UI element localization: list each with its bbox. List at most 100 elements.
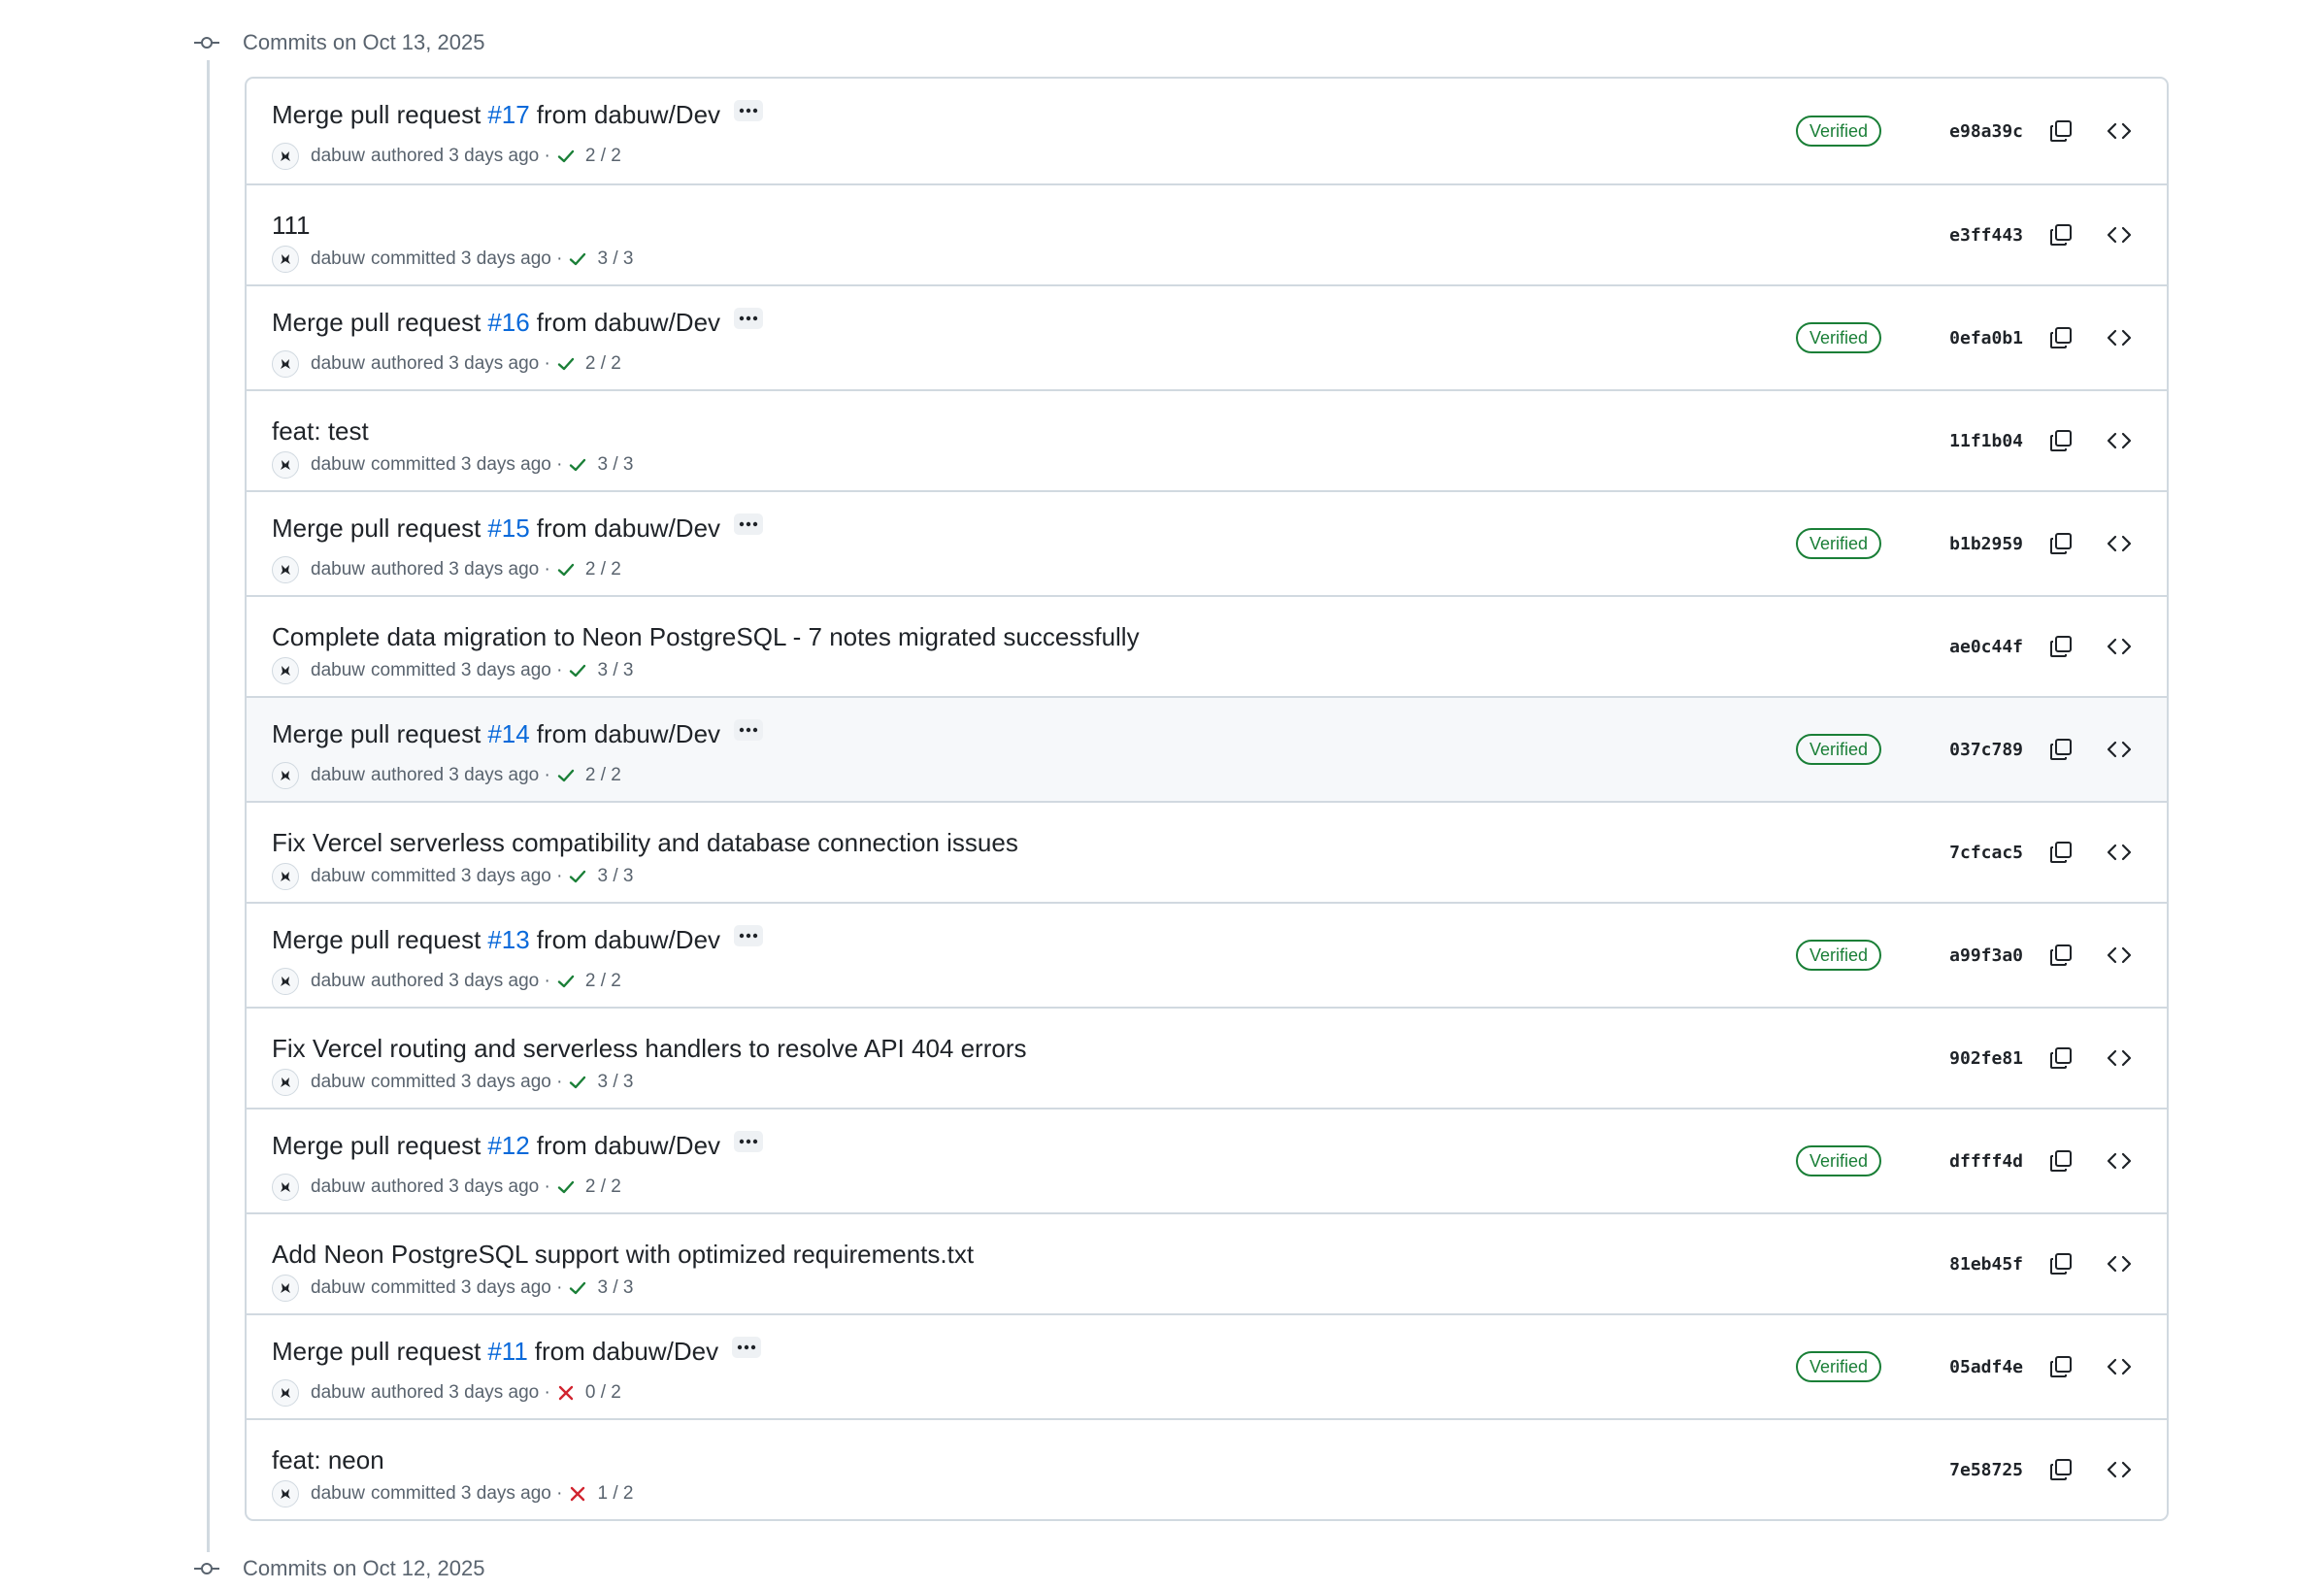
avatar[interactable] (272, 1480, 299, 1507)
author-link[interactable]: dabuw (311, 1382, 365, 1404)
copy-icon[interactable] (2044, 115, 2077, 148)
avatar[interactable] (272, 863, 299, 890)
code-icon[interactable] (2103, 321, 2136, 354)
code-icon[interactable] (2103, 1350, 2136, 1383)
author-link[interactable]: dabuw (311, 971, 365, 992)
pull-request-link[interactable]: #16 (487, 306, 529, 339)
commit-title-prefix[interactable]: Merge pull request (272, 1335, 481, 1368)
check-icon[interactable] (556, 972, 576, 991)
code-icon[interactable] (2103, 733, 2136, 766)
commit-title-prefix[interactable]: Merge pull request (272, 512, 481, 545)
pull-request-link[interactable]: #14 (487, 717, 529, 750)
commit-title[interactable]: feat: neon (272, 1443, 384, 1476)
commit-title-suffix[interactable]: from dabuw/Dev (537, 306, 720, 339)
avatar[interactable] (272, 1275, 299, 1302)
check-icon[interactable] (568, 1278, 587, 1298)
avatar[interactable] (272, 350, 299, 378)
avatar[interactable] (272, 1069, 299, 1096)
avatar[interactable] (272, 657, 299, 684)
check-count[interactable]: 1 / 2 (597, 1483, 633, 1505)
commit-sha[interactable]: a99f3a0 (1907, 945, 2023, 966)
commit-title[interactable]: Complete data migration to Neon PostgreS… (272, 620, 1140, 653)
commit-sha[interactable]: 902fe81 (1907, 1048, 2023, 1069)
commit-title-prefix[interactable]: Merge pull request (272, 98, 481, 131)
check-icon[interactable] (568, 455, 587, 475)
avatar[interactable] (272, 968, 299, 995)
check-icon[interactable] (556, 1177, 576, 1197)
copy-icon[interactable] (2044, 733, 2077, 766)
verified-badge[interactable]: Verified (1795, 116, 1881, 147)
author-link[interactable]: dabuw (311, 660, 365, 681)
copy-icon[interactable] (2044, 1453, 2077, 1486)
copy-icon[interactable] (2044, 1247, 2077, 1280)
ellipsis-icon[interactable] (734, 925, 764, 946)
code-icon[interactable] (2103, 115, 2136, 148)
commit-sha[interactable]: 11f1b04 (1907, 431, 2023, 451)
commit-title[interactable]: 111 (272, 209, 311, 242)
commit-title[interactable]: Fix Vercel routing and serverless handle… (272, 1032, 1027, 1065)
author-link[interactable]: dabuw (311, 1483, 365, 1505)
code-icon[interactable] (2103, 939, 2136, 972)
copy-icon[interactable] (2044, 527, 2077, 560)
commit-title-suffix[interactable]: from dabuw/Dev (537, 512, 720, 545)
commit-sha[interactable]: 7e58725 (1907, 1460, 2023, 1480)
commit-title[interactable]: Merge pull request #13 from dabuw/Dev (272, 923, 764, 956)
check-icon[interactable] (568, 867, 587, 886)
copy-icon[interactable] (2044, 218, 2077, 251)
commit-title[interactable]: Add Neon PostgreSQL support with optimiz… (272, 1238, 974, 1271)
commit-title[interactable]: Merge pull request #11 from dabuw/Dev (272, 1335, 762, 1368)
code-icon[interactable] (2103, 1247, 2136, 1280)
check-icon[interactable] (556, 147, 576, 166)
commit-title[interactable]: feat: test (272, 414, 369, 447)
ellipsis-icon[interactable] (734, 100, 764, 121)
pull-request-link[interactable]: #13 (487, 923, 529, 956)
commit-title[interactable]: Merge pull request #14 from dabuw/Dev (272, 717, 764, 750)
commit-title-text[interactable]: feat: test (272, 414, 369, 447)
check-count[interactable]: 2 / 2 (585, 353, 621, 375)
avatar[interactable] (272, 1174, 299, 1201)
check-icon[interactable] (556, 766, 576, 785)
commit-sha[interactable]: 7cfcac5 (1907, 843, 2023, 863)
commit-title-text[interactable]: Fix Vercel serverless compatibility and … (272, 826, 1018, 859)
author-link[interactable]: dabuw (311, 353, 365, 375)
copy-icon[interactable] (2044, 939, 2077, 972)
ellipsis-icon[interactable] (734, 1131, 764, 1152)
author-link[interactable]: dabuw (311, 1277, 365, 1299)
code-icon[interactable] (2103, 1042, 2136, 1075)
verified-badge[interactable]: Verified (1795, 734, 1881, 765)
check-icon[interactable] (568, 661, 587, 680)
commit-title[interactable]: Merge pull request #15 from dabuw/Dev (272, 512, 764, 545)
commit-title-prefix[interactable]: Merge pull request (272, 1129, 481, 1162)
check-count[interactable]: 3 / 3 (597, 248, 633, 270)
commit-sha[interactable]: 05adf4e (1907, 1357, 2023, 1377)
check-count[interactable]: 3 / 3 (597, 660, 633, 681)
commit-title-prefix[interactable]: Merge pull request (272, 306, 481, 339)
commit-title-text[interactable]: feat: neon (272, 1443, 384, 1476)
check-count[interactable]: 2 / 2 (585, 559, 621, 580)
pull-request-link[interactable]: #11 (487, 1335, 527, 1368)
verified-badge[interactable]: Verified (1795, 1351, 1881, 1382)
commit-title-suffix[interactable]: from dabuw/Dev (537, 98, 720, 131)
avatar[interactable] (272, 246, 299, 273)
check-icon[interactable] (568, 1073, 587, 1092)
code-icon[interactable] (2103, 424, 2136, 457)
verified-badge[interactable]: Verified (1795, 322, 1881, 353)
author-link[interactable]: dabuw (311, 866, 365, 887)
check-icon[interactable] (568, 249, 587, 269)
check-count[interactable]: 3 / 3 (597, 866, 633, 887)
code-icon[interactable] (2103, 836, 2136, 869)
commit-sha[interactable]: b1b2959 (1907, 534, 2023, 554)
check-icon[interactable] (556, 560, 576, 580)
commit-sha[interactable]: e98a39c (1907, 121, 2023, 142)
avatar[interactable] (272, 143, 299, 170)
ellipsis-icon[interactable] (734, 308, 764, 329)
commit-title-prefix[interactable]: Merge pull request (272, 923, 481, 956)
commit-title-text[interactable]: Fix Vercel routing and serverless handle… (272, 1032, 1027, 1065)
check-count[interactable]: 0 / 2 (585, 1382, 621, 1404)
copy-icon[interactable] (2044, 321, 2077, 354)
ellipsis-icon[interactable] (734, 719, 764, 741)
x-icon[interactable] (568, 1484, 587, 1504)
verified-badge[interactable]: Verified (1795, 528, 1881, 559)
author-link[interactable]: dabuw (311, 146, 365, 167)
avatar[interactable] (272, 556, 299, 583)
